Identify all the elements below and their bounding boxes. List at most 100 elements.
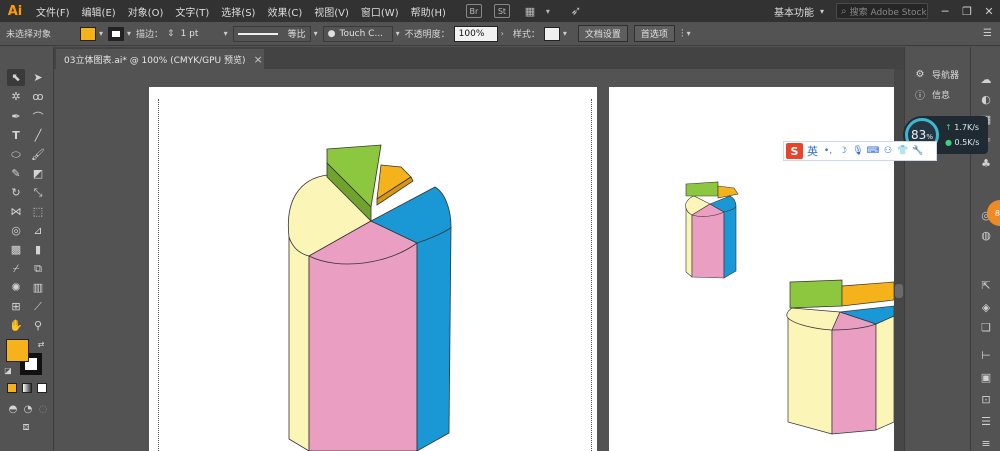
chevron-down-icon[interactable]: ▾ bbox=[687, 29, 691, 38]
gpu-rocket-icon[interactable]: ➶ bbox=[568, 4, 584, 19]
fill-color-box[interactable] bbox=[6, 339, 29, 362]
draw-inside-icon[interactable]: ◌ bbox=[34, 401, 52, 418]
screen-mode-icon[interactable]: ⧈ bbox=[17, 418, 35, 435]
small-3d-pie-chart[interactable] bbox=[684, 181, 754, 280]
selection-tool-icon[interactable]: ⬉ bbox=[7, 69, 25, 86]
pen-tool-icon[interactable]: ✒ bbox=[7, 108, 25, 125]
type-tool-icon[interactable]: T bbox=[7, 127, 25, 144]
navigator-panel-tab[interactable]: ⚙ 导航器 bbox=[913, 65, 960, 83]
opacity-field[interactable]: 100% bbox=[453, 25, 498, 42]
menu-help[interactable]: 帮助(H) bbox=[405, 4, 452, 19]
layers-icon[interactable]: ◈ bbox=[978, 299, 994, 315]
stroke-swatch[interactable] bbox=[108, 26, 125, 41]
stroke-weight-field[interactable]: 1 pt bbox=[176, 25, 221, 42]
skin-icon[interactable]: 👕 bbox=[897, 145, 909, 157]
menu-effect[interactable]: 效果(C) bbox=[261, 4, 308, 19]
chevron-down-icon[interactable]: ▾ bbox=[563, 29, 567, 38]
graphic-style-swatch[interactable] bbox=[543, 26, 560, 41]
direct-selection-tool-icon[interactable]: ➤ bbox=[29, 69, 47, 86]
transform-icon[interactable]: ⊡ bbox=[978, 391, 994, 407]
ime-language-toggle[interactable]: 英 bbox=[807, 143, 818, 159]
menu-view[interactable]: 视图(V) bbox=[308, 4, 355, 19]
stepper-icon[interactable]: ⇕ bbox=[167, 29, 175, 39]
medium-3d-pie-chart[interactable] bbox=[784, 272, 895, 451]
brush-definition[interactable]: ● Touch C... bbox=[322, 25, 393, 42]
shape-builder-tool-icon[interactable]: ◎ bbox=[7, 222, 25, 239]
toolbox-icon[interactable]: ⚇ bbox=[882, 145, 894, 157]
document-setup-button[interactable]: 文档设置 bbox=[577, 25, 628, 42]
ime-toolbar[interactable]: S 英 •, ☽ 🎙 ⌨ ⚇ 👕 🔧 bbox=[783, 141, 937, 161]
gradient-mode-button[interactable] bbox=[22, 383, 32, 393]
punctuation-icon[interactable]: •, bbox=[822, 145, 834, 157]
slice-tool-icon[interactable]: ⟋ bbox=[29, 298, 47, 315]
artboards-icon[interactable]: ❏ bbox=[978, 319, 994, 335]
libraries-icon[interactable]: ☁ bbox=[978, 71, 994, 87]
scrollbar-thumb[interactable] bbox=[895, 284, 903, 298]
symbol-sprayer-tool-icon[interactable]: ✺ bbox=[7, 279, 25, 296]
info-panel-tab[interactable]: ⓘ 信息 bbox=[913, 85, 950, 103]
chevron-down-icon[interactable]: ▾ bbox=[314, 29, 318, 38]
preferences-button[interactable]: 首选项 bbox=[633, 25, 675, 42]
stock-search-input[interactable]: ⌕ 搜索 Adobe Stock bbox=[836, 3, 928, 19]
mesh-tool-icon[interactable]: ▩ bbox=[7, 241, 25, 258]
fill-swatch[interactable] bbox=[80, 26, 96, 41]
zoom-tool-icon[interactable]: ⚲ bbox=[29, 317, 47, 334]
hand-tool-icon[interactable]: ✋ bbox=[7, 317, 25, 334]
menu-window[interactable]: 窗口(W) bbox=[355, 4, 405, 19]
menu-file[interactable]: 文件(F) bbox=[30, 4, 76, 19]
chevron-down-icon[interactable]: ▾ bbox=[540, 4, 556, 18]
column-graph-tool-icon[interactable]: ▥ bbox=[29, 279, 47, 296]
menu-edit[interactable]: 编辑(E) bbox=[76, 4, 122, 19]
symbols-icon[interactable]: ♣ bbox=[978, 155, 994, 171]
eyedropper-tool-icon[interactable]: ⌿ bbox=[7, 260, 25, 277]
width-tool-icon[interactable]: ⋈ bbox=[7, 203, 25, 220]
artboard-tool-icon[interactable]: ⊞ bbox=[7, 298, 25, 315]
chevron-right-icon[interactable]: › bbox=[501, 29, 504, 38]
export-icon[interactable]: ⇱ bbox=[978, 277, 994, 293]
chevron-down-icon[interactable]: ▾ bbox=[396, 29, 400, 38]
variable-width-profile[interactable]: 等比 bbox=[232, 25, 311, 42]
wrench-icon[interactable]: 🔧 bbox=[912, 145, 924, 157]
ellipse-tool-icon[interactable]: ⬭ bbox=[7, 146, 25, 163]
panel-menu-icon[interactable]: ☰ bbox=[983, 28, 992, 39]
none-mode-button[interactable] bbox=[37, 383, 47, 393]
menu-select[interactable]: 选择(S) bbox=[215, 4, 261, 19]
color-icon[interactable]: ◐ bbox=[978, 91, 994, 107]
rotate-tool-icon[interactable]: ↻ bbox=[7, 184, 25, 201]
line-tool-icon[interactable]: ╱ bbox=[29, 127, 47, 144]
paintbrush-tool-icon[interactable]: 🖌 bbox=[29, 146, 47, 163]
close-button[interactable]: ✕ bbox=[978, 5, 1000, 18]
pathfinder-icon[interactable]: ▣ bbox=[978, 369, 994, 385]
paragraph-icon[interactable]: ☰ bbox=[978, 413, 994, 429]
default-colors-icon[interactable]: ◪ bbox=[3, 365, 13, 375]
keyboard-icon[interactable]: ⌨ bbox=[867, 145, 880, 157]
arrange-icon[interactable]: ⫶ bbox=[681, 27, 684, 41]
blend-tool-icon[interactable]: ⧉ bbox=[29, 260, 47, 277]
chevron-down-icon[interactable]: ▾ bbox=[99, 29, 103, 38]
gradient-tool-icon[interactable]: ▮ bbox=[29, 241, 47, 258]
stock-icon[interactable]: St bbox=[493, 4, 510, 18]
workspace-switcher[interactable]: 基本功能 bbox=[768, 4, 820, 19]
shaper-tool-icon[interactable]: ✎ bbox=[7, 165, 25, 182]
maximize-button[interactable]: ❐ bbox=[956, 5, 978, 18]
align-icon[interactable]: ⊢ bbox=[978, 347, 994, 363]
magic-wand-tool-icon[interactable]: ✲ bbox=[7, 88, 25, 105]
chevron-down-icon[interactable]: ▾ bbox=[224, 29, 228, 38]
bridge-icon[interactable]: Br bbox=[465, 4, 482, 18]
swap-colors-icon[interactable]: ⇄ bbox=[36, 339, 46, 349]
character-icon[interactable]: ≡ bbox=[978, 435, 994, 451]
transparency-icon[interactable]: ◍ bbox=[978, 227, 994, 243]
lasso-tool-icon[interactable]: ꝏ bbox=[29, 88, 47, 105]
chevron-down-icon[interactable]: ▾ bbox=[820, 7, 824, 16]
chevron-down-icon[interactable]: ▾ bbox=[127, 29, 131, 38]
color-mode-button[interactable] bbox=[7, 383, 17, 393]
free-transform-tool-icon[interactable]: ⬚ bbox=[29, 203, 47, 220]
microphone-icon[interactable]: 🎙 bbox=[852, 145, 864, 157]
eraser-tool-icon[interactable]: ◩ bbox=[29, 165, 47, 182]
vertical-scrollbar[interactable] bbox=[894, 69, 904, 451]
scale-tool-icon[interactable]: ⤡ bbox=[29, 184, 47, 201]
arrange-documents-icon[interactable]: ▦ bbox=[522, 4, 538, 18]
perspective-grid-tool-icon[interactable]: ⊿ bbox=[29, 222, 47, 239]
curvature-tool-icon[interactable]: ⌒ bbox=[29, 108, 47, 125]
menu-object[interactable]: 对象(O) bbox=[122, 4, 170, 19]
